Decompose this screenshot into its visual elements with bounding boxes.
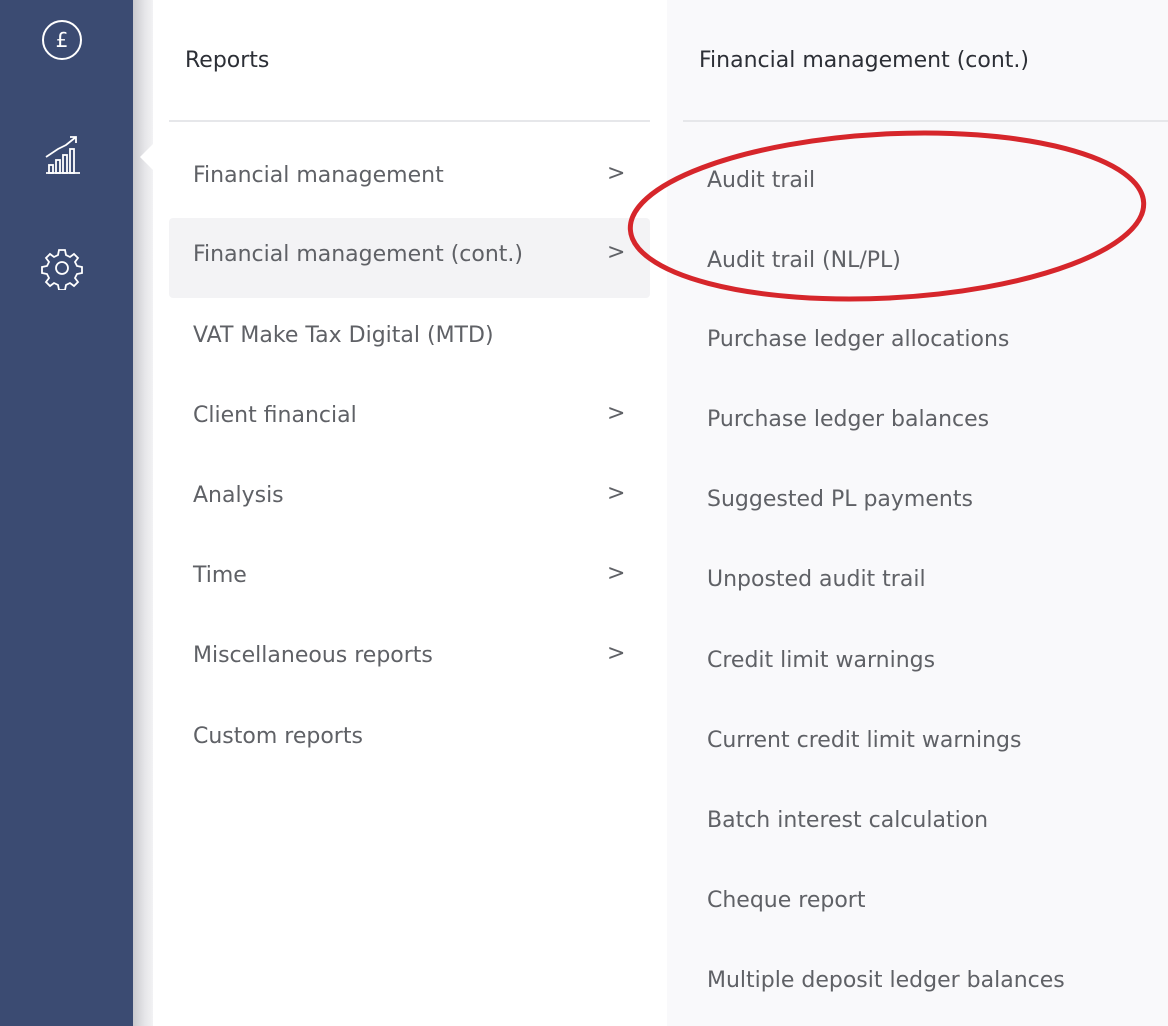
chevron-right-icon: > (607, 641, 626, 666)
submenu-panel: Financial management (cont.) Audit trail… (667, 0, 1168, 1026)
submenu-title: Financial management (cont.) (699, 48, 1029, 73)
reports-item-analysis[interactable]: Analysis > (169, 459, 650, 539)
chevron-right-icon: > (607, 401, 626, 426)
reports-item-vat-mtd[interactable]: VAT Make Tax Digital (MTD) (169, 299, 650, 379)
reports-item-label: Analysis (193, 483, 284, 508)
reports-item-label: Custom reports (193, 724, 363, 749)
submenu-item-purchase-ledger-balances[interactable]: Purchase ledger balances (707, 407, 989, 432)
reports-title: Reports (185, 48, 270, 73)
submenu-item-credit-limit-warnings[interactable]: Credit limit warnings (707, 648, 935, 673)
submenu-item-audit-trail-nl-pl[interactable]: Audit trail (NL/PL) (707, 248, 901, 273)
reports-item-label: Miscellaneous reports (193, 643, 433, 668)
reports-item-financial-management[interactable]: Financial management > (169, 139, 650, 219)
reports-item-miscellaneous-reports[interactable]: Miscellaneous reports > (169, 619, 650, 699)
reports-item-label: Client financial (193, 403, 357, 428)
reports-item-client-financial[interactable]: Client financial > (169, 379, 650, 459)
submenu-item-batch-interest-calculation[interactable]: Batch interest calculation (707, 808, 988, 833)
submenu-divider (683, 120, 1168, 122)
reports-item-label: VAT Make Tax Digital (MTD) (193, 323, 494, 348)
submenu-item-suggested-pl-payments[interactable]: Suggested PL payments (707, 487, 973, 512)
reports-item-label: Financial management (cont.) (193, 242, 523, 267)
submenu-item-unposted-audit-trail[interactable]: Unposted audit trail (707, 567, 926, 592)
reports-item-label: Financial management (193, 163, 444, 188)
svg-text:£: £ (56, 28, 69, 52)
nav-rail: £ (0, 0, 133, 1026)
submenu-item-cheque-report[interactable]: Cheque report (707, 888, 865, 913)
chevron-right-icon: > (607, 240, 626, 265)
reports-menu: Reports Financial management > Financial… (153, 0, 667, 1026)
submenu-item-purchase-ledger-allocations[interactable]: Purchase ledger allocations (707, 327, 1009, 352)
pound-coin-icon[interactable]: £ (40, 18, 84, 62)
submenu-item-audit-trail[interactable]: Audit trail (707, 168, 815, 193)
submenu-item-multiple-deposit-ledger-balances[interactable]: Multiple deposit ledger balances (707, 968, 1065, 993)
submenu-item-current-credit-limit-warnings[interactable]: Current credit limit warnings (707, 728, 1021, 753)
reports-item-custom-reports[interactable]: Custom reports (169, 700, 650, 780)
reports-item-time[interactable]: Time > (169, 539, 650, 619)
chevron-right-icon: > (607, 481, 626, 506)
settings-gear-icon[interactable] (40, 246, 84, 290)
growth-chart-icon[interactable] (40, 133, 84, 177)
chevron-right-icon: > (607, 561, 626, 586)
chevron-right-icon: > (607, 161, 626, 186)
active-pointer-notch (140, 143, 154, 171)
reports-item-label: Time (193, 563, 247, 588)
reports-item-financial-management-cont[interactable]: Financial management (cont.) > (169, 218, 650, 298)
reports-divider (169, 120, 650, 122)
